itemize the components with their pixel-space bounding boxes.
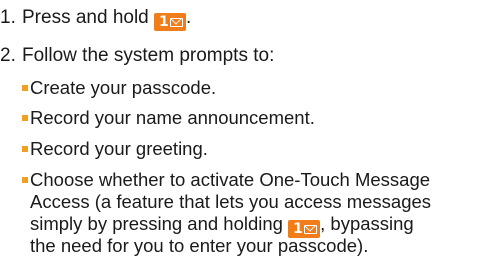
list-item-text: Create your passcode. — [30, 77, 217, 98]
instructions-page: 1. Press and hold 1 . 2. Follow the system… — [0, 0, 480, 261]
bullet-icon — [22, 85, 28, 91]
key-digit: 1 — [159, 14, 169, 30]
bullet-icon — [22, 115, 28, 121]
step-2: 2. Follow the system prompts to: — [0, 45, 274, 67]
bullet-icon — [22, 146, 28, 152]
step-number: 2. — [0, 45, 16, 66]
voicemail-key-icon: 1 — [154, 13, 187, 31]
list-item-text: simply by pressing and holding — [30, 213, 283, 234]
list-item-text: Access (a feature that lets you access m… — [30, 191, 432, 212]
list-item-text: Choose whether to activate One-Touch Mes… — [30, 169, 431, 190]
step-number: 1. — [0, 7, 16, 28]
step-text-end: . — [186, 7, 192, 28]
envelope-icon — [304, 224, 318, 234]
step-text: Press and hold — [22, 7, 149, 28]
list-item-text: Record your name announcement. — [30, 107, 315, 128]
step-text: Follow the system prompts to: — [22, 45, 275, 66]
list-item-continuation: Access (a feature that lets you access m… — [30, 190, 431, 213]
list-item: Choose whether to activate One-Touch Mes… — [22, 168, 430, 191]
list-item: Create your passcode. — [22, 76, 216, 99]
list-item-text: , bypassing — [320, 213, 414, 234]
list-item-text: Record your greeting. — [30, 138, 208, 159]
list-item: Record your name announcement. — [22, 106, 315, 129]
list-item-text: the need for you to enter your passcode)… — [30, 235, 369, 256]
bullet-icon — [22, 177, 28, 183]
list-item: Record your greeting. — [22, 137, 208, 160]
envelope-icon — [170, 17, 184, 27]
step-1: 1. Press and hold 1 . — [0, 7, 191, 31]
list-item-continuation: the need for you to enter your passcode)… — [30, 234, 368, 257]
